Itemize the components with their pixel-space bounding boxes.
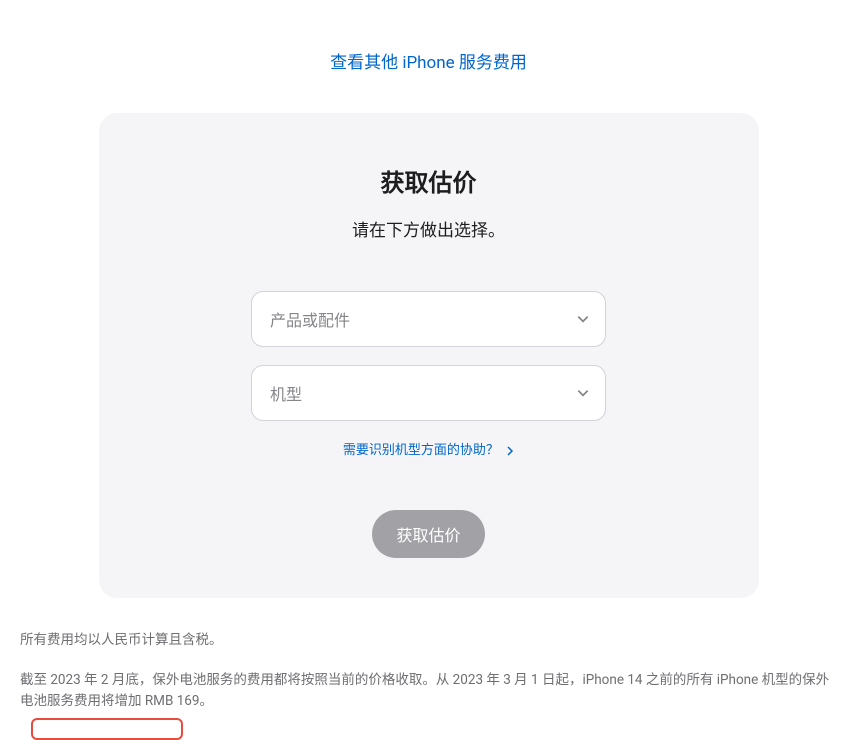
card-subtitle: 请在下方做出选择。 [139, 216, 719, 241]
footer-disclaimer-2: 截至 2023 年 2 月底，保外电池服务的费用都将按照当前的价格收取。从 20… [20, 670, 837, 713]
other-services-link[interactable]: 查看其他 iPhone 服务费用 [330, 53, 527, 73]
product-select-placeholder: 产品或配件 [270, 307, 350, 331]
identify-model-help-link[interactable]: 需要识别机型方面的协助？ [343, 443, 514, 458]
product-select[interactable]: 产品或配件 [251, 291, 606, 347]
card-title: 获取估价 [139, 163, 719, 198]
model-select[interactable]: 机型 [251, 365, 606, 421]
highlight-annotation [31, 718, 183, 740]
footer-disclaimer-1: 所有费用均以人民币计算且含税。 [20, 630, 837, 652]
estimate-card: 获取估价 请在下方做出选择。 产品或配件 机型 需要识别机型方面的协助？ [99, 113, 759, 598]
model-select-placeholder: 机型 [270, 381, 302, 405]
chevron-right-icon [506, 446, 514, 456]
get-estimate-button[interactable]: 获取估价 [372, 510, 484, 558]
help-link-label: 需要识别机型方面的协助？ [343, 443, 499, 458]
